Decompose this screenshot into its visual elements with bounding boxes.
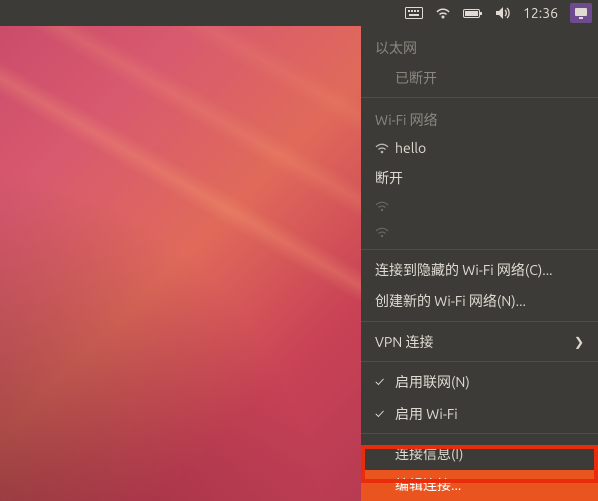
top-menu-bar: 12:36 [0, 0, 598, 26]
vpn-connections[interactable]: VPN 连接 ❯ [361, 326, 598, 357]
separator [361, 361, 598, 362]
chevron-right-icon: ❯ [574, 335, 584, 349]
separator [361, 321, 598, 322]
separator [361, 97, 598, 98]
create-new-wifi[interactable]: 创建新的 Wi-Fi 网络(N)... [361, 286, 598, 317]
ethernet-disconnected: 已断开 [361, 62, 598, 93]
connection-info[interactable]: 连接信息(I) [361, 438, 598, 469]
wifi-ssid-label: hello [395, 140, 426, 156]
wifi-signal-icon [375, 142, 389, 154]
wifi-header: Wi-Fi 网络 [361, 102, 598, 134]
wifi-signal-icon [375, 226, 389, 238]
separator [361, 433, 598, 434]
volume-icon[interactable] [495, 6, 511, 20]
keyboard-icon[interactable] [405, 7, 423, 19]
wifi-empty-1 [361, 193, 598, 219]
separator [361, 249, 598, 250]
clock[interactable]: 12:36 [523, 5, 558, 21]
ethernet-header: 以太网 [361, 30, 598, 62]
vpn-label: VPN 连接 [375, 332, 433, 352]
enable-wifi[interactable]: 启用 Wi-Fi [361, 398, 598, 429]
edit-connections[interactable]: 编辑连接... [361, 470, 598, 501]
battery-icon[interactable] [463, 8, 483, 19]
wifi-disconnect[interactable]: 断开 [361, 162, 598, 193]
session-indicator[interactable] [570, 3, 592, 23]
enable-networking[interactable]: 启用联网(N) [361, 366, 598, 397]
network-menu: 以太网 已断开 Wi-Fi 网络 hello 断开 连接到隐藏的 Wi-Fi 网… [361, 26, 598, 501]
wifi-network-hello[interactable]: hello [361, 134, 598, 162]
wifi-empty-2 [361, 219, 598, 245]
wifi-signal-icon [375, 200, 389, 212]
network-icon[interactable] [435, 6, 451, 20]
connect-hidden-wifi[interactable]: 连接到隐藏的 Wi-Fi 网络(C)... [361, 254, 598, 285]
